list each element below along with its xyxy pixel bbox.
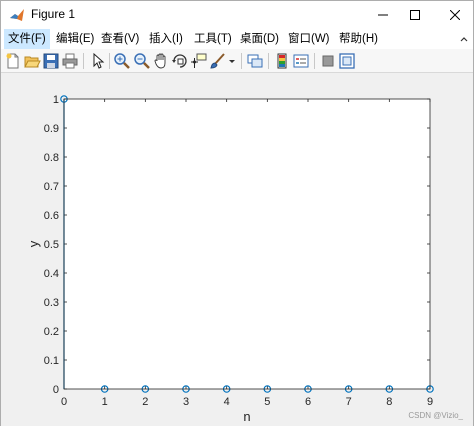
toolbar-separator xyxy=(268,53,269,69)
print-icon[interactable] xyxy=(61,52,79,70)
pointer-icon[interactable] xyxy=(88,52,106,70)
x-tick-label: 1 xyxy=(102,396,108,408)
hide-plot-tools-icon[interactable] xyxy=(319,52,337,70)
toolbar-separator xyxy=(109,53,110,69)
show-plot-tools-icon[interactable] xyxy=(338,52,356,70)
close-icon xyxy=(450,10,460,20)
menu-insert[interactable]: 插入(I) xyxy=(145,29,187,49)
x-tick-label: 6 xyxy=(305,396,311,408)
menu-view[interactable]: 查看(V) xyxy=(97,29,143,49)
y-tick-label: 1 xyxy=(53,94,59,106)
matlab-icon xyxy=(9,7,25,23)
figure-window: Figure 1 文件(F) 编辑(E) 查看(V) 插入(I) 工具(T) 桌… xyxy=(0,0,474,426)
y-tick-label: 0.8 xyxy=(44,152,59,164)
x-tick-label: 7 xyxy=(346,396,352,408)
minimize-button[interactable] xyxy=(365,1,401,29)
menu-tools[interactable]: 工具(T) xyxy=(190,29,236,49)
x-tick-label: 8 xyxy=(386,396,392,408)
figure-canvas[interactable]: 0 1 2 3 4 5 6 7 8 9 0 0.1 0.2 0.3 0.4 0.5 0.6 0.7 0.8 0.9 1 … xyxy=(1,74,473,426)
y-tick-label: 0 xyxy=(53,384,59,396)
menu-expand-icon[interactable] xyxy=(459,33,469,47)
toolbar-separator xyxy=(241,53,242,69)
y-axis-label: y xyxy=(26,240,41,247)
menu-desktop[interactable]: 桌面(D) xyxy=(236,29,283,49)
title-bar: Figure 1 xyxy=(1,1,473,29)
pan-icon[interactable] xyxy=(152,52,170,70)
toolbar-separator xyxy=(83,53,84,69)
x-tick-label: 5 xyxy=(264,396,270,408)
x-tick-label: 4 xyxy=(224,396,230,408)
colorbar-icon[interactable] xyxy=(273,52,291,70)
rotate-3d-icon[interactable] xyxy=(171,52,189,70)
x-tick-label: 2 xyxy=(142,396,148,408)
y-tick-label: 0.6 xyxy=(44,210,59,222)
x-tick-label: 3 xyxy=(183,396,189,408)
stem-plot[interactable]: 0 1 2 3 4 5 6 7 8 900.10.20.30.40.50.60.70.80.91 … xyxy=(1,74,473,426)
toolbar-separator xyxy=(314,53,315,69)
y-tick-label: 0.4 xyxy=(44,268,59,280)
menu-edit[interactable]: 编辑(E) xyxy=(52,29,98,49)
y-tick-label: 0.3 xyxy=(44,297,59,309)
maximize-button[interactable] xyxy=(397,1,433,29)
y-tick-label: 0.9 xyxy=(44,123,59,135)
save-icon[interactable] xyxy=(42,52,60,70)
close-button[interactable] xyxy=(437,1,473,29)
y-tick-label: 0.2 xyxy=(44,326,59,338)
window-title: Figure 1 xyxy=(31,7,76,21)
minimize-icon xyxy=(378,14,388,16)
link-plot-icon[interactable] xyxy=(246,52,264,70)
figure-toolbar xyxy=(1,49,473,73)
menu-bar: 文件(F) 编辑(E) 查看(V) 插入(I) 工具(T) 桌面(D) 窗口(W… xyxy=(1,29,473,49)
axes-background xyxy=(64,99,430,389)
menu-help[interactable]: 帮助(H) xyxy=(335,29,382,49)
x-tick-label: 0 xyxy=(61,396,67,408)
brush-icon[interactable] xyxy=(209,52,227,70)
y-tick-label: 0.1 xyxy=(44,355,59,367)
data-cursor-icon[interactable] xyxy=(189,52,207,70)
x-tick-label: 9 xyxy=(427,396,433,408)
menu-file[interactable]: 文件(F) xyxy=(4,29,50,49)
zoom-in-icon[interactable] xyxy=(113,52,131,70)
open-file-icon[interactable] xyxy=(23,52,41,70)
maximize-icon xyxy=(410,10,420,20)
x-axis-label: n xyxy=(243,409,250,424)
y-tick-label: 0.5 xyxy=(44,239,59,251)
brush-dropdown-icon[interactable] xyxy=(227,52,237,70)
menu-window[interactable]: 窗口(W) xyxy=(284,29,334,49)
legend-icon[interactable] xyxy=(292,52,310,70)
y-tick-label: 0.7 xyxy=(44,181,59,193)
zoom-out-icon[interactable] xyxy=(133,52,151,70)
new-figure-icon[interactable] xyxy=(4,52,22,70)
watermark-text: CSDN @Vizio_ xyxy=(408,411,463,420)
